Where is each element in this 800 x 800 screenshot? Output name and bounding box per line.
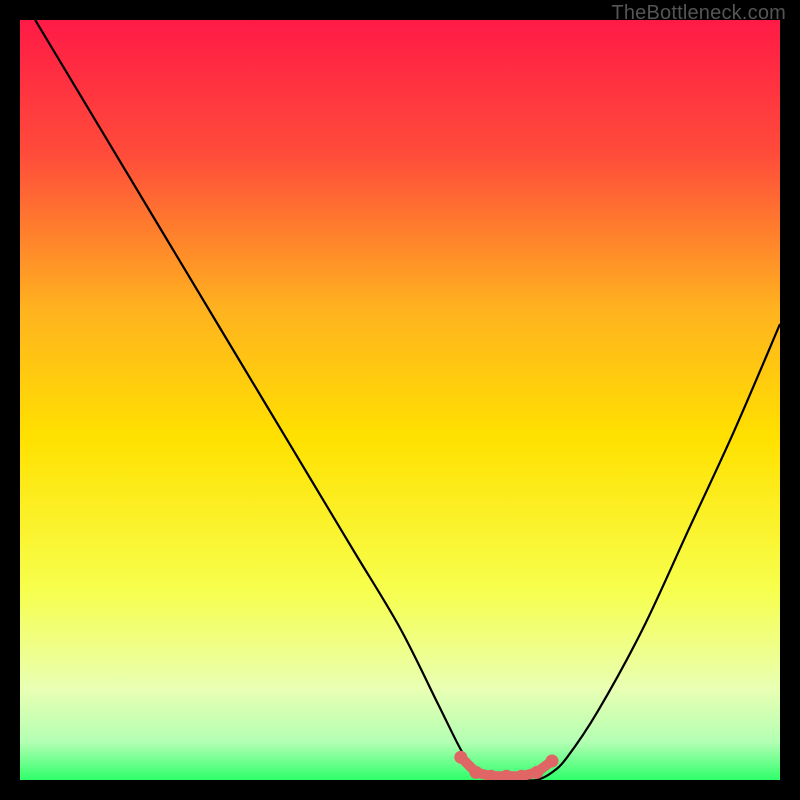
optimal-range-markers [20,20,780,780]
watermark-text: TheBottleneck.com [611,2,786,25]
optimal-marker [470,766,483,779]
optimal-marker [530,766,543,779]
plot-area [20,20,780,780]
optimal-marker [454,751,467,764]
optimal-marker [546,755,559,768]
